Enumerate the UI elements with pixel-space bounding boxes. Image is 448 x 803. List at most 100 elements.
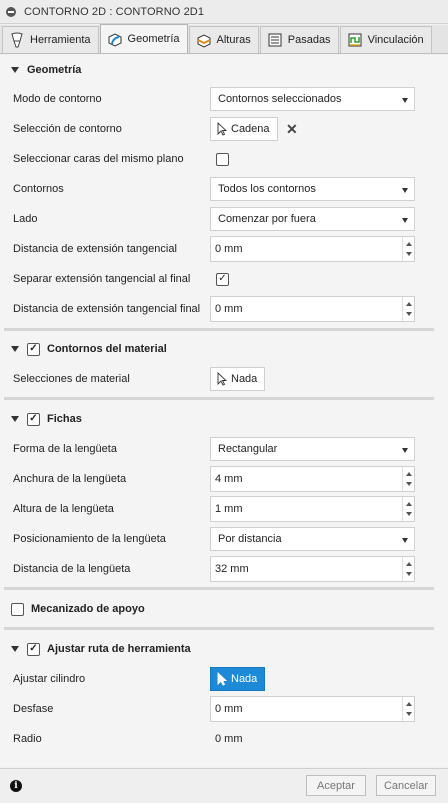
- section-contornos-material-header[interactable]: ✓ Contornos del material: [0, 336, 448, 362]
- collapse-triangle-icon: [11, 646, 19, 652]
- posicionamiento-lengueta-select[interactable]: Por distancia: [210, 527, 415, 551]
- tab-vinculacion-label: Vinculación: [367, 34, 424, 46]
- section-ajustar-ruta-title: Ajustar ruta de herramienta: [47, 643, 191, 655]
- clear-selection-icon[interactable]: ✕: [286, 121, 298, 138]
- dist-ext-final-input[interactable]: 0 mm: [210, 296, 415, 322]
- row-selecciones-material: Selecciones de material Nada: [0, 364, 448, 394]
- posicionamiento-lengueta-value: Por distancia: [218, 533, 282, 545]
- row-seleccion-contorno: Selección de contorno Cadena ✕: [0, 114, 448, 144]
- tab-alturas-label: Alturas: [216, 34, 251, 46]
- desfase-label: Desfase: [13, 703, 54, 715]
- ajustar-cilindro-label: Ajustar cilindro: [13, 673, 86, 685]
- posicionamiento-lengueta-label: Posicionamiento de la lengüeta: [13, 533, 166, 545]
- ajustar-ruta-checkbox[interactable]: ✓: [27, 642, 40, 656]
- section-geometria-header[interactable]: Geometría: [0, 57, 448, 83]
- cursor-arrow-icon: [217, 672, 227, 686]
- tab-alturas[interactable]: Alturas: [188, 26, 259, 53]
- cilindro-selection-button[interactable]: Nada: [210, 667, 266, 691]
- section-divider: [4, 328, 434, 331]
- section-divider: [4, 587, 434, 590]
- cursor-arrow-icon: [217, 372, 227, 386]
- distancia-lengueta-input[interactable]: 32 mm: [210, 556, 415, 582]
- spin-arrows-icon[interactable]: [402, 557, 414, 581]
- collapse-triangle-icon: [11, 346, 19, 352]
- seleccionar-caras-checkbox[interactable]: [216, 152, 229, 166]
- contornos-material-checkbox[interactable]: ✓: [27, 342, 40, 356]
- row-dist-ext-tangencial: Distancia de extensión tangencial 0 mm: [0, 234, 448, 264]
- lado-select[interactable]: Comenzar por fuera: [210, 207, 415, 231]
- seleccionar-caras-label: Seleccionar caras del mismo plano: [13, 153, 184, 165]
- altura-lengueta-input[interactable]: 1 mm: [210, 496, 415, 522]
- tab-vinculacion[interactable]: Vinculación: [339, 26, 432, 53]
- lado-value: Comenzar por fuera: [218, 213, 316, 225]
- row-separar-ext: Separar extensión tangencial al final ✓: [0, 264, 448, 294]
- tab-pasadas-label: Pasadas: [287, 34, 331, 46]
- fichas-checkbox[interactable]: ✓: [27, 412, 40, 426]
- seleccion-contorno-label: Selección de contorno: [13, 123, 122, 135]
- radio-label: Radio: [13, 733, 42, 745]
- spin-arrows-icon[interactable]: [402, 467, 414, 491]
- row-modo-contorno: Modo de contorno Contornos seleccionados: [0, 84, 448, 114]
- tab-geometria-label: Geometría: [127, 33, 180, 45]
- contornos-value: Todos los contornos: [218, 183, 316, 195]
- dist-ext-tangencial-input[interactable]: 0 mm: [210, 236, 415, 262]
- geometry-icon: [108, 33, 122, 47]
- section-mecanizado-apoyo-header[interactable]: Mecanizado de apoyo: [0, 596, 448, 622]
- cadena-selection-button[interactable]: Cadena: [210, 117, 278, 141]
- row-forma-lengueta: Forma de la lengüeta Rectangular: [0, 434, 448, 464]
- spin-arrows-icon[interactable]: [402, 697, 414, 721]
- section-mecanizado-apoyo-title: Mecanizado de apoyo: [31, 603, 145, 615]
- spin-arrows-icon[interactable]: [402, 297, 414, 321]
- dialog-footer: i Aceptar Cancelar: [0, 768, 448, 803]
- mecanizado-apoyo-checkbox[interactable]: [11, 602, 24, 616]
- heights-icon: [197, 34, 210, 48]
- section-divider: [4, 397, 434, 400]
- dist-ext-tangencial-label: Distancia de extensión tangencial: [13, 243, 177, 255]
- separar-ext-label: Separar extensión tangencial al final: [13, 273, 191, 285]
- cancelar-button[interactable]: Cancelar: [376, 775, 436, 796]
- spin-arrows-icon[interactable]: [402, 497, 414, 521]
- separar-ext-checkbox[interactable]: ✓: [216, 272, 229, 286]
- selecciones-material-label: Selecciones de material: [13, 373, 130, 385]
- tool-icon: [11, 32, 23, 48]
- material-selection-button[interactable]: Nada: [210, 367, 266, 391]
- forma-lengueta-value: Rectangular: [218, 443, 278, 455]
- collapse-triangle-icon: [11, 416, 19, 422]
- desfase-input[interactable]: 0 mm: [210, 696, 415, 722]
- title-bar: CONTORNO 2D : CONTORNO 2D1: [0, 0, 448, 24]
- dist-ext-tangencial-value: 0 mm: [215, 243, 243, 255]
- cursor-arrow-icon: [217, 122, 227, 136]
- row-ajustar-cilindro: Ajustar cilindro Nada: [0, 664, 448, 694]
- passes-icon: [268, 33, 282, 47]
- contornos-select[interactable]: Todos los contornos: [210, 177, 415, 201]
- row-seleccionar-caras: Seleccionar caras del mismo plano: [0, 144, 448, 174]
- distancia-lengueta-value: 32 mm: [215, 563, 249, 575]
- altura-lengueta-value: 1 mm: [215, 503, 243, 515]
- anchura-lengueta-value: 4 mm: [215, 473, 243, 485]
- aceptar-button[interactable]: Aceptar: [306, 775, 366, 796]
- tab-pasadas[interactable]: Pasadas: [259, 26, 339, 53]
- distancia-lengueta-label: Distancia de la lengüeta: [13, 563, 131, 575]
- tab-geometria[interactable]: Geometría: [99, 24, 188, 53]
- modo-contorno-select[interactable]: Contornos seleccionados: [210, 87, 415, 111]
- settings-panel: Geometría Modo de contorno Contornos sel…: [0, 55, 448, 767]
- collapse-dialog-icon[interactable]: [6, 6, 16, 17]
- forma-lengueta-select[interactable]: Rectangular: [210, 437, 415, 461]
- dist-ext-final-value: 0 mm: [215, 303, 243, 315]
- section-fichas-title: Fichas: [47, 413, 82, 425]
- row-radio: Radio 0 mm: [0, 724, 448, 754]
- info-icon[interactable]: i: [10, 780, 22, 792]
- forma-lengueta-label: Forma de la lengüeta: [13, 443, 117, 455]
- linking-icon: [348, 33, 362, 47]
- section-fichas-header[interactable]: ✓ Fichas: [0, 406, 448, 432]
- spin-arrows-icon[interactable]: [402, 237, 414, 261]
- cilindro-selection-label: Nada: [231, 673, 258, 685]
- dialog-title: CONTORNO 2D : CONTORNO 2D1: [24, 5, 205, 18]
- anchura-lengueta-input[interactable]: 4 mm: [210, 466, 415, 492]
- tab-herramienta[interactable]: Herramienta: [2, 26, 99, 53]
- dist-ext-final-label: Distancia de extensión tangencial final: [13, 303, 201, 315]
- radio-value: 0 mm: [215, 733, 243, 745]
- section-ajustar-ruta-header[interactable]: ✓ Ajustar ruta de herramienta: [0, 636, 448, 662]
- cadena-button-label: Cadena: [231, 123, 270, 135]
- row-contornos: Contornos Todos los contornos: [0, 174, 448, 204]
